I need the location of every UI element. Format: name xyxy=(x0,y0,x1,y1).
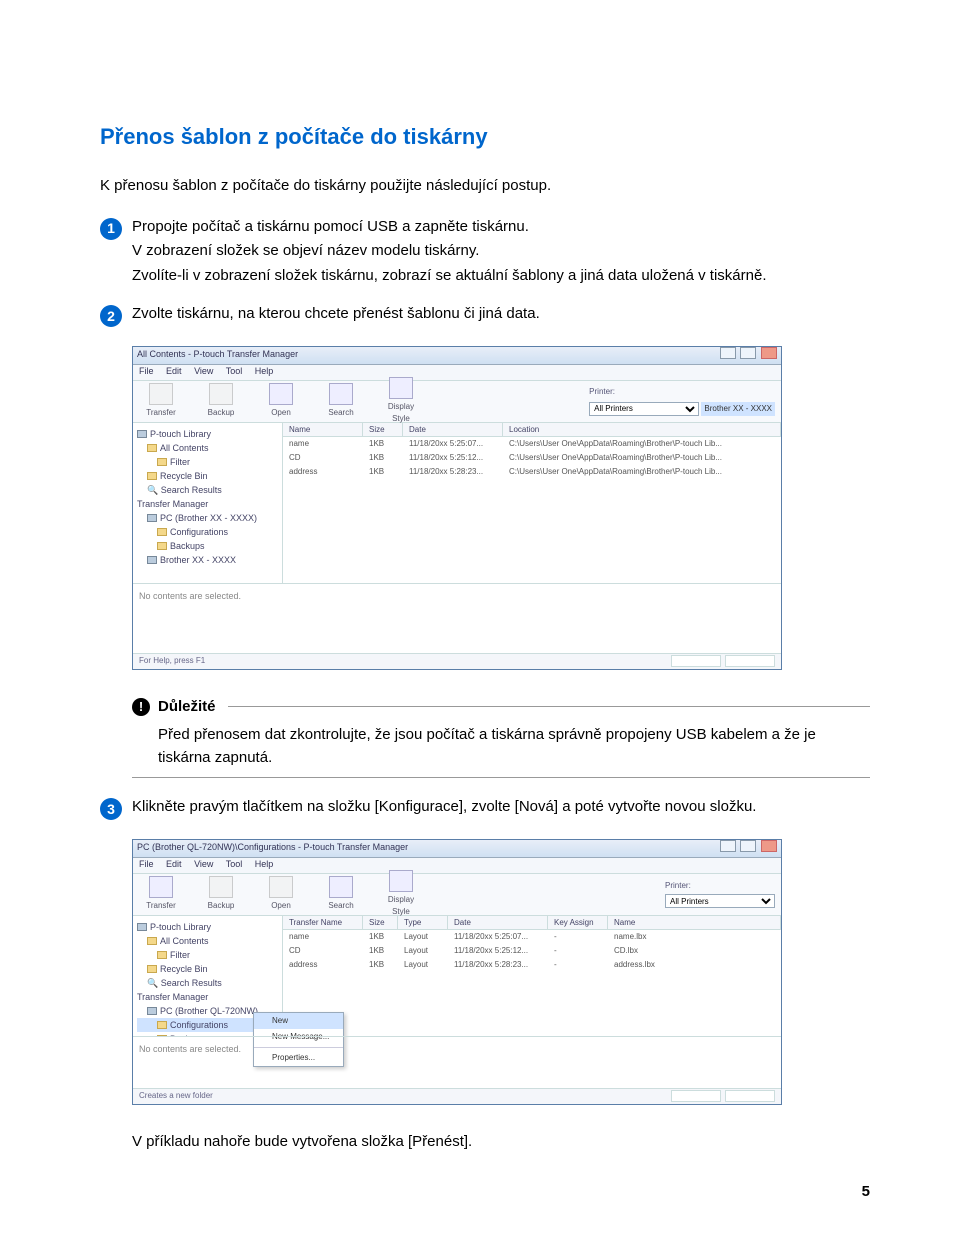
minimize-button[interactable] xyxy=(720,347,736,359)
display-style-icon xyxy=(389,870,413,892)
screenshot-1: All Contents - P-touch Transfer Manager … xyxy=(132,346,870,670)
step-number-1: 1 xyxy=(100,218,122,240)
list-item: name1KBLayout11/18/20xx 5:25:07...-name.… xyxy=(283,930,781,944)
preview-pane: No contents are selected. xyxy=(133,583,781,653)
file-list[interactable]: name1KB11/18/20xx 5:25:07...C:\Users\Use… xyxy=(283,437,781,583)
printer-label: Printer: xyxy=(665,880,775,892)
step-number-2: 2 xyxy=(100,305,122,327)
step1-line2: V zobrazení složek se objeví název model… xyxy=(132,240,870,263)
minimize-button[interactable] xyxy=(720,840,736,852)
backup-icon xyxy=(209,876,233,898)
list-header: Name Size Date Location xyxy=(283,423,781,437)
status-bar: Creates a new folder xyxy=(133,1088,781,1104)
close-button[interactable] xyxy=(761,840,777,852)
toolbar-open[interactable]: Open xyxy=(259,383,303,419)
step1-line3: Zvolíte-li v zobrazení složek tiskárnu, … xyxy=(132,265,870,288)
search-icon xyxy=(329,383,353,405)
menu-file[interactable]: File xyxy=(139,859,154,869)
title-bar: All Contents - P-touch Transfer Manager xyxy=(133,347,781,365)
menu-edit[interactable]: Edit xyxy=(166,859,182,869)
menu-bar: File Edit View Tool Help xyxy=(133,858,781,874)
list-item: address1KBLayout11/18/20xx 5:28:23...-ad… xyxy=(283,958,781,972)
menu-tool[interactable]: Tool xyxy=(226,366,243,376)
toolbar-transfer[interactable]: Transfer xyxy=(139,383,183,419)
step1-line1: Propojte počítač a tiskárnu pomocí USB a… xyxy=(132,216,870,239)
important-note: ! Důležité Před přenosem dat zkontrolujt… xyxy=(132,696,870,779)
preview-pane: No contents are selected. xyxy=(133,1036,781,1088)
printer-dropdown[interactable]: All Printers xyxy=(589,402,699,416)
window-title: PC (Brother QL-720NW)\Configurations - P… xyxy=(137,841,408,855)
app-window-1: All Contents - P-touch Transfer Manager … xyxy=(132,346,782,670)
toolbar-display-style[interactable]: Display Style xyxy=(379,377,423,425)
step-number-3: 3 xyxy=(100,798,122,820)
menu-bar: File Edit View Tool Help xyxy=(133,365,781,381)
list-item: address1KB11/18/20xx 5:28:23...C:\Users\… xyxy=(283,465,781,479)
menu-edit[interactable]: Edit xyxy=(166,366,182,376)
menu-tool[interactable]: Tool xyxy=(226,859,243,869)
section-heading: Přenos šablon z počítače do tiskárny xyxy=(100,120,870,153)
list-item: CD1KBLayout11/18/20xx 5:25:12...-CD.lbx xyxy=(283,944,781,958)
list-header: Transfer Name Size Type Date Key Assign … xyxy=(283,916,781,930)
window-title: All Contents - P-touch Transfer Manager xyxy=(137,348,298,362)
app-window-2: PC (Brother QL-720NW)\Configurations - P… xyxy=(132,839,782,1105)
printer-selector: Printer: All Printers Brother XX - XXXX xyxy=(589,386,775,416)
toolbar: Transfer Backup Open Search Display Styl… xyxy=(133,381,781,423)
toolbar-search[interactable]: Search xyxy=(319,876,363,912)
toolbar: Transfer Backup Open Search Display Styl… xyxy=(133,874,781,916)
menu-file[interactable]: File xyxy=(139,366,154,376)
printer-dropdown[interactable]: All Printers xyxy=(665,894,775,908)
toolbar-open[interactable]: Open xyxy=(259,876,303,912)
context-new[interactable]: New xyxy=(254,1013,343,1029)
window-buttons xyxy=(718,840,777,857)
step3-text: Klikněte pravým tlačítkem na složku [Kon… xyxy=(132,796,870,819)
backup-icon xyxy=(209,383,233,405)
display-style-icon xyxy=(389,377,413,399)
file-list[interactable]: name1KBLayout11/18/20xx 5:25:07...-name.… xyxy=(283,930,781,1036)
toolbar-backup[interactable]: Backup xyxy=(199,876,243,912)
screenshot-caption: V příkladu nahoře bude vytvořena složka … xyxy=(132,1131,870,1154)
transfer-icon xyxy=(149,383,173,405)
important-label: Důležité xyxy=(158,696,216,719)
toolbar-transfer[interactable]: Transfer xyxy=(139,876,183,912)
search-icon xyxy=(329,876,353,898)
toolbar-search[interactable]: Search xyxy=(319,383,363,419)
menu-view[interactable]: View xyxy=(194,859,213,869)
printer-selector: Printer: All Printers xyxy=(665,880,775,908)
page-number: 5 xyxy=(100,1181,870,1204)
menu-help[interactable]: Help xyxy=(255,859,274,869)
transfer-icon xyxy=(149,876,173,898)
printer-selected[interactable]: Brother XX - XXXX xyxy=(701,402,775,416)
important-text: Před přenosem dat zkontrolujte, že jsou … xyxy=(158,724,870,769)
menu-view[interactable]: View xyxy=(194,366,213,376)
list-item: CD1KB11/18/20xx 5:25:12...C:\Users\User … xyxy=(283,451,781,465)
warning-icon: ! xyxy=(132,698,150,716)
open-icon xyxy=(269,876,293,898)
toolbar-backup[interactable]: Backup xyxy=(199,383,243,419)
title-bar: PC (Brother QL-720NW)\Configurations - P… xyxy=(133,840,781,858)
window-buttons xyxy=(718,347,777,364)
maximize-button[interactable] xyxy=(740,840,756,852)
status-bar: For Help, press F1 xyxy=(133,653,781,669)
toolbar-display-style[interactable]: Display Style xyxy=(379,870,423,918)
folder-tree[interactable]: P-touch Library All Contents Filter Recy… xyxy=(133,423,283,583)
printer-label: Printer: xyxy=(589,386,775,398)
list-item: name1KB11/18/20xx 5:25:07...C:\Users\Use… xyxy=(283,437,781,451)
step2-text: Zvolte tiskárnu, na kterou chcete přenés… xyxy=(132,303,870,326)
menu-help[interactable]: Help xyxy=(255,366,274,376)
close-button[interactable] xyxy=(761,347,777,359)
maximize-button[interactable] xyxy=(740,347,756,359)
open-icon xyxy=(269,383,293,405)
screenshot-2: PC (Brother QL-720NW)\Configurations - P… xyxy=(132,839,870,1105)
intro-text: K přenosu šablon z počítače do tiskárny … xyxy=(100,175,870,198)
